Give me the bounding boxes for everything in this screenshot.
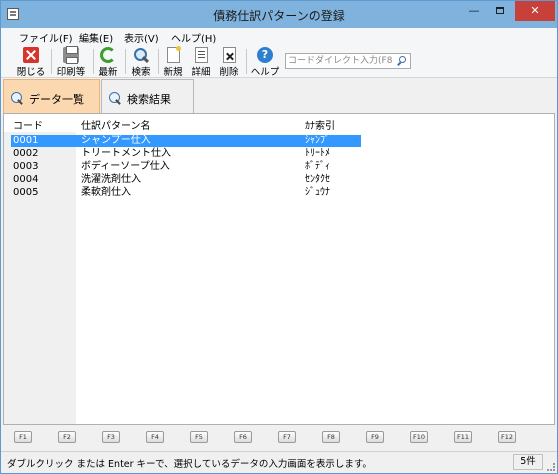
- cell-pattern-name: シャンプー仕入: [81, 135, 151, 146]
- refresh-button[interactable]: 最新: [96, 47, 120, 78]
- column-header-pattern-name[interactable]: 仕訳パターン名: [81, 117, 151, 132]
- search-icon[interactable]: [396, 56, 407, 67]
- column-header-code[interactable]: コード: [13, 117, 43, 132]
- fkey-f11[interactable]: F11: [454, 431, 472, 443]
- printer-icon: [63, 46, 79, 64]
- search-button-label: 検索: [131, 67, 151, 78]
- toolbar-separator: [51, 49, 52, 74]
- refresh-button-label: 最新: [98, 67, 118, 78]
- table-row[interactable]: 0003 ボディーソープ仕入 ﾎﾞﾃﾞｨ: [4, 161, 554, 173]
- fkey-f8[interactable]: F8: [322, 431, 340, 443]
- cell-pattern-name: トリートメント仕入: [81, 148, 171, 159]
- table-row[interactable]: 0004 洗濯洗剤仕入 ｾﾝﾀｸｾ: [4, 174, 554, 186]
- maximize-icon: [496, 7, 504, 14]
- close-button-label: 閉じる: [16, 67, 46, 78]
- fkey-f5[interactable]: F5: [190, 431, 208, 443]
- resize-grip[interactable]: [547, 463, 555, 471]
- cell-code: 0004: [13, 174, 39, 185]
- detail-icon: [194, 47, 208, 63]
- detail-button-label: 詳細: [191, 67, 211, 78]
- table-row[interactable]: 0002 トリートメント仕入 ﾄﾘｰﾄﾒ: [4, 148, 554, 160]
- tab-search-results-label: 検索結果: [127, 93, 171, 106]
- table-row[interactable]: 0001 シャンプー仕入 ｼｬﾝﾌﾟ: [4, 135, 554, 147]
- print-button-label: 印刷等: [56, 67, 86, 78]
- cell-code: 0002: [13, 148, 39, 159]
- cell-code: 0003: [13, 161, 39, 172]
- title-bar[interactable]: 債務仕訳パターンの登録 — ✕: [1, 1, 557, 28]
- menu-bar: ファイル(F) 編集(E) 表示(V) ヘルプ(H): [1, 28, 557, 45]
- cell-kana-index: ｼﾞｭｳﾅ: [305, 187, 330, 198]
- refresh-icon: [100, 47, 116, 63]
- grid-header: コード 仕訳パターン名 ｶﾅ索引: [4, 114, 554, 132]
- new-document-icon: [166, 46, 181, 63]
- menu-file[interactable]: ファイル(F): [19, 30, 73, 45]
- new-button-label: 新規: [163, 67, 183, 78]
- close-icon: [23, 47, 39, 63]
- search-button[interactable]: 検索: [129, 47, 153, 78]
- delete-button-label: 削除: [219, 67, 239, 78]
- cell-code: 0005: [13, 187, 39, 198]
- fkey-f2[interactable]: F2: [58, 431, 76, 443]
- main-window: 債務仕訳パターンの登録 — ✕ ファイル(F) 編集(E) 表示(V) ヘルプ(…: [0, 0, 558, 474]
- record-count: 5件: [513, 454, 543, 470]
- cell-pattern-name: 柔軟剤仕入: [81, 187, 131, 198]
- close-window-button[interactable]: ✕: [515, 1, 555, 21]
- maximize-button[interactable]: [487, 1, 513, 21]
- status-message: ダブルクリック または Enter キーで、選択しているデータの入力画面を表示し…: [7, 459, 372, 470]
- menu-edit[interactable]: 編集(E): [79, 30, 113, 45]
- fkey-f12[interactable]: F12: [498, 431, 516, 443]
- help-icon: ?: [257, 47, 273, 63]
- tab-strip: データ一覧 検索結果: [1, 79, 557, 113]
- toolbar-separator: [125, 49, 126, 74]
- delete-icon: [222, 47, 236, 63]
- cell-kana-index: ｼｬﾝﾌﾟ: [305, 135, 330, 146]
- fkey-f9[interactable]: F9: [366, 431, 384, 443]
- help-button-label: ヘルプ: [250, 67, 280, 78]
- menu-view[interactable]: 表示(V): [124, 30, 159, 45]
- minimize-button[interactable]: —: [461, 1, 487, 21]
- tab-search-results[interactable]: 検索結果: [101, 79, 194, 113]
- fkey-f1[interactable]: F1: [14, 431, 32, 443]
- status-bar: ダブルクリック または Enter キーで、選択しているデータの入力画面を表示し…: [1, 451, 557, 473]
- fkey-f3[interactable]: F3: [102, 431, 120, 443]
- menu-help[interactable]: ヘルプ(H): [171, 30, 216, 45]
- fkey-f6[interactable]: F6: [234, 431, 252, 443]
- magnifier-list-icon: [11, 92, 24, 104]
- cell-kana-index: ｾﾝﾀｸｾ: [305, 174, 330, 185]
- cell-pattern-name: ボディーソープ仕入: [81, 161, 170, 172]
- print-button[interactable]: 印刷等: [54, 46, 88, 78]
- tab-data-list[interactable]: データ一覧: [3, 79, 100, 113]
- data-grid[interactable]: コード 仕訳パターン名 ｶﾅ索引 0001 シャンプー仕入 ｼｬﾝﾌﾟ 0002…: [3, 113, 555, 425]
- cell-pattern-name: 洗濯洗剤仕入: [81, 174, 141, 185]
- cell-kana-index: ﾄﾘｰﾄﾒ: [305, 148, 330, 159]
- code-direct-input-box: [285, 53, 411, 69]
- tab-data-list-label: データ一覧: [29, 93, 84, 106]
- cell-code: 0001: [13, 135, 39, 146]
- toolbar-separator: [246, 49, 247, 74]
- detail-button[interactable]: 詳細: [189, 47, 213, 78]
- magnifier-icon: [109, 92, 122, 104]
- fkey-f4[interactable]: F4: [146, 431, 164, 443]
- search-icon: [133, 47, 149, 63]
- delete-button[interactable]: 削除: [217, 47, 241, 78]
- column-header-kana-index[interactable]: ｶﾅ索引: [305, 117, 335, 132]
- help-button[interactable]: ? ヘルプ: [250, 47, 280, 78]
- fkey-f7[interactable]: F7: [278, 431, 296, 443]
- fkey-f10[interactable]: F10: [410, 431, 428, 443]
- toolbar-separator: [158, 49, 159, 74]
- toolbar: 閉じる 印刷等 最新 検索 新規 詳細 削除 ? ヘルプ コードダイレクト入力(…: [1, 45, 557, 78]
- close-button[interactable]: 閉じる: [15, 47, 47, 78]
- toolbar-separator: [93, 49, 94, 74]
- new-button[interactable]: 新規: [161, 46, 185, 78]
- code-direct-input[interactable]: [288, 55, 392, 67]
- function-key-bar: F1 F2 F3 F4 F5 F6 F7 F8 F9 F10 F11 F12: [1, 428, 557, 446]
- table-row[interactable]: 0005 柔軟剤仕入 ｼﾞｭｳﾅ: [4, 187, 554, 199]
- cell-kana-index: ﾎﾞﾃﾞｨ: [305, 161, 330, 172]
